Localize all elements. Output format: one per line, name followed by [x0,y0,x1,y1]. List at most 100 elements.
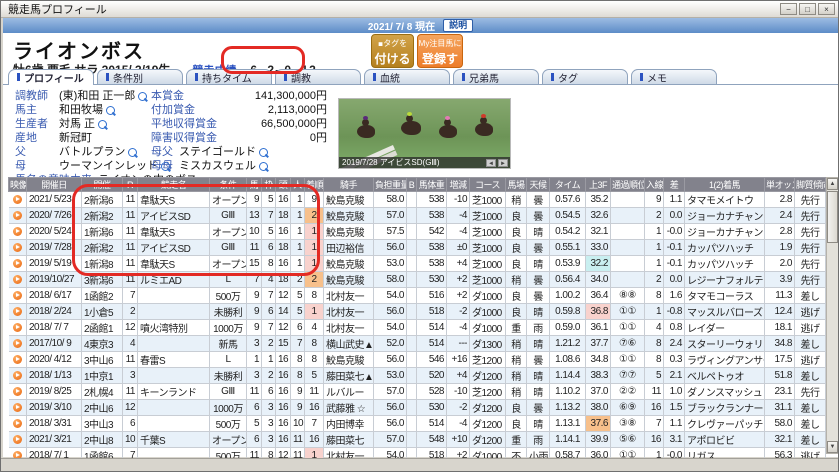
maximize-button[interactable]: □ [799,3,816,15]
video-icon[interactable] [12,274,22,284]
magnifier-icon[interactable] [259,147,268,157]
cell-jockey: 鮫島克駿 [323,207,374,224]
column-header[interactable]: 通過順位 [610,177,645,192]
cell-course: ダ1000 [469,303,506,320]
column-header[interactable]: 1(2)着馬 [684,177,765,192]
cell-jockey: 鮫島克駿 [323,351,374,368]
cell-odds: 3.9 [764,271,795,288]
table-row[interactable]: 2018/ 6/17 1函館2 7 500万 9 7 12 5 8 北村友一 54.0 516 +2 ダ1… [8,287,826,304]
cell-date: 2019/10/27 [26,271,82,288]
video-icon[interactable] [12,386,22,396]
table-row[interactable]: 2017/10/ 9 4東京3 4 新馬 3 2 15 7 8 横山武史▲ 52.0 514 --- ダ1… [8,335,826,352]
cell-cond: GⅢ [209,383,247,400]
cell-nin: 11 [290,431,305,448]
column-header[interactable]: 単オッズ [764,177,795,192]
cell-kai: 2中山6 [81,399,123,416]
column-header[interactable]: 馬体重 [416,177,447,192]
tab-6[interactable]: タグ [542,69,628,85]
column-header[interactable]: 騎手 [323,177,374,192]
magnifier-icon[interactable] [259,161,268,171]
table-row[interactable]: 2020/ 4/12 3中山6 11 春雷S L 1 1 16 8 8 鮫島克駿 56.0 546 +16… [8,351,826,368]
table-row[interactable]: 2020/ 5/24 1新潟6 11 韋駄天S オープン 10 5 16 1 1 鮫島克駿 57.5 5… [8,223,826,240]
table-row[interactable]: 2018/ 7/ 7 2函館1 12 噴火湾特別 1000万 9 7 12 6 4 北村友一 54.0… [8,319,826,336]
column-header[interactable]: 脚質傾向 [794,177,826,192]
photo-prev-button[interactable]: ◄ [486,158,496,167]
video-icon[interactable] [12,226,22,236]
cell-date: 2019/ 7/28 [26,239,82,256]
magnifier-icon[interactable] [128,147,138,157]
column-header[interactable]: 頭 [275,177,291,192]
tab-3[interactable]: 調教 [275,69,361,85]
column-header[interactable]: 増減 [446,177,470,192]
table-row[interactable]: 2019/ 3/10 2中山6 12 1000万 6 3 16 9 16 武藤雅 ☆ 56.0 530… [8,399,826,416]
column-header[interactable]: 上3F [585,177,611,192]
magnifier-icon[interactable] [98,119,108,129]
column-header[interactable]: タイム [549,177,586,192]
table-row[interactable]: 2019/ 5/19 1新潟8 11 韋駄天S オープン 15 8 16 1 1 鮫島克駿 53.0 5… [8,255,826,272]
tab-4[interactable]: 血統 [364,69,450,85]
column-header[interactable]: R [122,177,138,192]
cell-waku: 4 [261,271,276,288]
explain-button[interactable]: 説明 [443,19,474,32]
table-row[interactable]: 2018/ 2/24 1小倉5 2 未勝利 9 6 14 5 1 北村友一 56.0 518 -2 ダ10… [8,303,826,320]
video-icon[interactable] [12,306,22,316]
video-icon[interactable] [12,434,22,444]
tab-7[interactable]: メモ [631,69,717,85]
video-icon[interactable] [12,322,22,332]
video-icon[interactable] [12,418,22,428]
column-header[interactable]: 馬場 [505,177,527,192]
cell-sa: 0.0 [663,207,685,224]
video-icon[interactable] [12,370,22,380]
minimize-button[interactable]: − [780,3,797,15]
tab-0[interactable]: プロフィール [8,69,94,85]
table-row[interactable]: 2021/ 5/23 2新潟6 11 韋駄天S オープン 9 5 16 1 9 鮫島克駿 58.0 53… [8,191,826,208]
magnifier-icon[interactable] [138,91,148,101]
column-header[interactable]: 開催 [81,177,123,192]
video-icon[interactable] [12,290,22,300]
column-header[interactable]: 着順 [304,177,324,192]
video-icon[interactable] [12,258,22,268]
video-icon[interactable] [12,242,22,252]
column-header[interactable]: 馬 [246,177,262,192]
column-header[interactable]: 人 [290,177,305,192]
photo-next-button[interactable]: ► [498,158,508,167]
magnifier-icon[interactable] [106,105,115,115]
table-row[interactable]: 2020/ 7/26 2新潟2 11 アイビスSD GⅢ 13 7 18 1 2 鮫島克駿 57.0 5… [8,207,826,224]
table-row[interactable]: 2019/ 7/28 2新潟2 11 アイビスSD GⅢ 11 6 18 1 1 田辺裕信 56.0 5… [8,239,826,256]
column-header[interactable]: 開催日 [26,177,82,192]
video-icon[interactable] [12,338,22,348]
table-row[interactable]: 2018/ 3/31 3中山3 6 500万 5 3 16 10 7 内田博幸 56.0 514 -4 ダ… [8,415,826,432]
column-header[interactable]: 負担重量 [373,177,407,192]
table-row[interactable]: 2019/10/27 3新潟6 11 ルミエAD L 7 4 18 2 2 鮫島克駿 58.0 530 +… [8,271,826,288]
column-header[interactable]: コース [469,177,506,192]
column-header[interactable]: 差 [663,177,685,192]
cell-odds: 32.1 [764,431,795,448]
cell-course: 芝1000 [469,239,506,256]
tab-2[interactable]: 持ちタイム [186,69,272,85]
column-header[interactable]: 天候 [526,177,550,192]
scroll-down-button[interactable]: ▼ [827,441,838,453]
column-header[interactable]: 枠 [261,177,276,192]
table-row[interactable]: 2021/ 3/21 2中山8 10 千葉S オープン 6 3 16 11 16 藤田菜七 57.0 5… [8,431,826,448]
add-tag-button[interactable]: ◆タグを 付ける [371,34,414,68]
column-header[interactable]: 競走名 [137,177,210,192]
table-row[interactable]: 2018/ 1/13 1中京1 3 未勝利 3 2 16 8 5 藤田菜七▲ 53.0 520 +4 ダ1… [8,367,826,384]
register-watchlist-button[interactable]: My注目馬に 登録する [417,34,463,83]
column-header[interactable]: B [406,177,417,192]
video-icon[interactable] [12,354,22,364]
close-button[interactable]: × [818,3,835,15]
scrollbar-thumb[interactable] [827,191,838,243]
table-row[interactable]: 2019/ 8/25 2札幌4 11 キーンランド GⅢ 11 6 16 9 11 ルバルー 57.0… [8,383,826,400]
video-icon[interactable] [12,402,22,412]
column-header[interactable]: 映像 [8,177,27,192]
video-icon[interactable] [12,194,22,204]
video-icon[interactable] [12,210,22,220]
scroll-up-button[interactable]: ▲ [827,178,838,190]
cell-nyusen: 1 [644,303,664,320]
column-header[interactable]: 入線 [644,177,664,192]
tab-1[interactable]: 条件別 [97,69,183,85]
vertical-scrollbar[interactable]: ▲ ▼ [826,177,838,454]
tab-5[interactable]: 兄弟馬 [453,69,539,85]
cell-baba: 良 [505,303,527,320]
column-header[interactable]: 条件 [209,177,247,192]
